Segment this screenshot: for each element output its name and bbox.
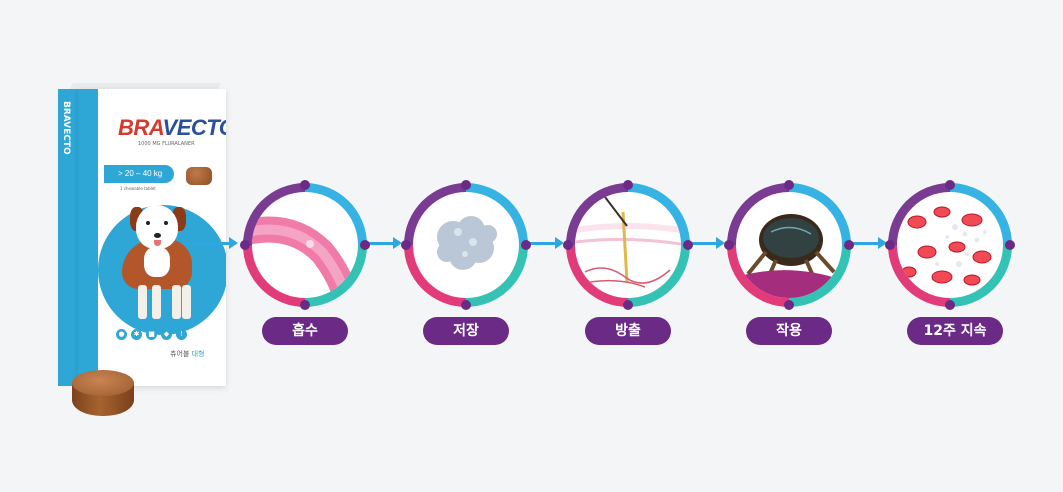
step-ring-sustain bbox=[885, 180, 1015, 310]
brand-logo: BRAVECTO® bbox=[118, 115, 226, 140]
protein-molecule-icon bbox=[413, 192, 519, 298]
step-ring-absorb bbox=[240, 180, 370, 310]
flow-arrow-1 bbox=[192, 237, 238, 249]
spine-text: BRAVECTO bbox=[61, 101, 71, 155]
blood-cells-icon bbox=[897, 192, 1003, 298]
shield-icon: ◆ bbox=[161, 329, 172, 340]
blood-vessel-icon bbox=[252, 192, 358, 298]
step-label-absorb: 흡수 bbox=[262, 317, 348, 345]
chewable-tablet-icon bbox=[72, 370, 134, 418]
step-label-sustain: 12주 지속 bbox=[907, 317, 1003, 345]
box-front-panel: BRAVECTO® 1000 MG FLURALANER > 20 – 40 k… bbox=[78, 89, 226, 386]
box-icon: ■ bbox=[146, 329, 157, 340]
exclamation-icon: ! bbox=[176, 329, 187, 340]
step-ring-storage bbox=[401, 180, 531, 310]
feature-icons-row: ● ✱ ■ ◆ ! bbox=[116, 329, 187, 340]
dose-text: 1000 MG FLURALANER bbox=[138, 141, 195, 147]
chew-thumbnail-icon bbox=[186, 167, 212, 185]
product-box: BRAVECTO BRAVECTO® 1000 MG FLURALANER > … bbox=[58, 83, 226, 388]
weight-range-badge: > 20 – 40 kg bbox=[104, 165, 174, 183]
box-caption: 츄어블 대형 bbox=[170, 350, 205, 358]
chew-count-text: 1 chewable tablet bbox=[120, 186, 156, 191]
step-label-action: 작용 bbox=[746, 317, 832, 345]
step-label-release: 방출 bbox=[585, 317, 671, 345]
step-label-storage: 저장 bbox=[423, 317, 509, 345]
box-blue-band bbox=[78, 89, 98, 386]
step-ring-action bbox=[724, 180, 854, 310]
drop-icon: ● bbox=[116, 329, 127, 340]
skin-layer-icon bbox=[575, 192, 681, 298]
tick-icon bbox=[736, 192, 842, 298]
bug-icon: ✱ bbox=[131, 329, 142, 340]
box-side-panel: BRAVECTO bbox=[58, 89, 78, 386]
step-ring-release bbox=[563, 180, 693, 310]
